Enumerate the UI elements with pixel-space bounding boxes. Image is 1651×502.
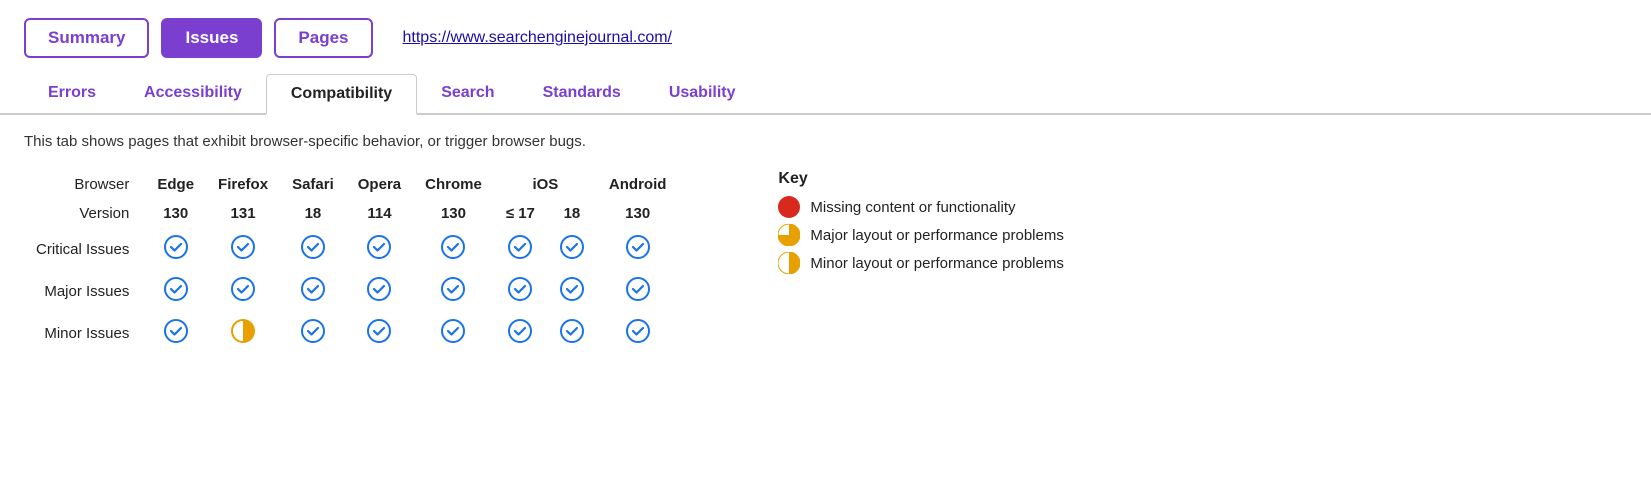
tab-errors[interactable]: Errors [24,74,120,115]
critical-opera [346,228,413,270]
major-firefox [206,270,280,312]
browser-table: Browser Edge Firefox Safari Opera Chrome… [24,170,678,354]
version-col-label: Version [24,199,145,228]
major-opera [346,270,413,312]
critical-firefox [206,228,280,270]
tab-accessibility[interactable]: Accessibility [120,74,266,115]
version-ios-new: 18 [547,199,597,228]
version-chrome: 130 [413,199,494,228]
browser-opera: Opera [346,170,413,199]
key-title: Key [778,170,1063,188]
tab-compatibility[interactable]: Compatibility [266,74,417,115]
tab-search[interactable]: Search [417,74,518,115]
browser-chrome: Chrome [413,170,494,199]
minor-edge [145,312,206,354]
key-minor-icon [778,252,800,274]
browser-firefox: Firefox [206,170,280,199]
browser-android: Android [597,170,679,199]
major-ios-new [547,270,597,312]
row-minor: Minor Issues [24,312,678,354]
minor-android [597,312,679,354]
major-chrome [413,270,494,312]
key-red-icon [778,196,800,218]
row-major: Major Issues [24,270,678,312]
key-label-minor: Minor layout or performance problems [810,255,1063,272]
label-critical: Critical Issues [24,228,145,270]
tab-description: This tab shows pages that exhibit browse… [0,115,1651,160]
tabs-bar: Errors Accessibility Compatibility Searc… [0,72,1651,115]
minor-chrome [413,312,494,354]
major-ios-old [494,270,547,312]
major-android [597,270,679,312]
minor-ios-new [547,312,597,354]
label-minor: Minor Issues [24,312,145,354]
key-label-major: Major layout or performance problems [810,227,1063,244]
version-edge: 130 [145,199,206,228]
key-item-critical: Missing content or functionality [778,196,1063,218]
key-section: Key Missing content or functionality Maj… [738,170,1063,280]
label-major: Major Issues [24,270,145,312]
tab-standards[interactable]: Standards [519,74,645,115]
version-ios-old: ≤ 17 [494,199,547,228]
minor-firefox [206,312,280,354]
critical-android [597,228,679,270]
pages-button[interactable]: Pages [274,18,372,58]
site-link[interactable]: https://www.searchenginejournal.com/ [403,29,672,47]
critical-chrome [413,228,494,270]
critical-ios-new [547,228,597,270]
version-safari: 18 [280,199,346,228]
browser-safari: Safari [280,170,346,199]
issues-button[interactable]: Issues [161,18,262,58]
key-major-icon [778,224,800,246]
key-label-critical: Missing content or functionality [810,199,1015,216]
row-critical: Critical Issues [24,228,678,270]
minor-ios-old [494,312,547,354]
minor-opera [346,312,413,354]
browser-ios: iOS [494,170,597,199]
minor-safari [280,312,346,354]
critical-ios-old [494,228,547,270]
summary-button[interactable]: Summary [24,18,149,58]
top-bar: Summary Issues Pages https://www.searche… [0,0,1651,72]
version-opera: 114 [346,199,413,228]
critical-safari [280,228,346,270]
browser-edge: Edge [145,170,206,199]
version-android: 130 [597,199,679,228]
version-firefox: 131 [206,199,280,228]
key-item-major: Major layout or performance problems [778,224,1063,246]
major-edge [145,270,206,312]
compat-table: Browser Edge Firefox Safari Opera Chrome… [0,160,1651,374]
tab-usability[interactable]: Usability [645,74,760,115]
critical-edge [145,228,206,270]
browser-col-label: Browser [24,170,145,199]
major-safari [280,270,346,312]
key-item-minor: Minor layout or performance problems [778,252,1063,274]
